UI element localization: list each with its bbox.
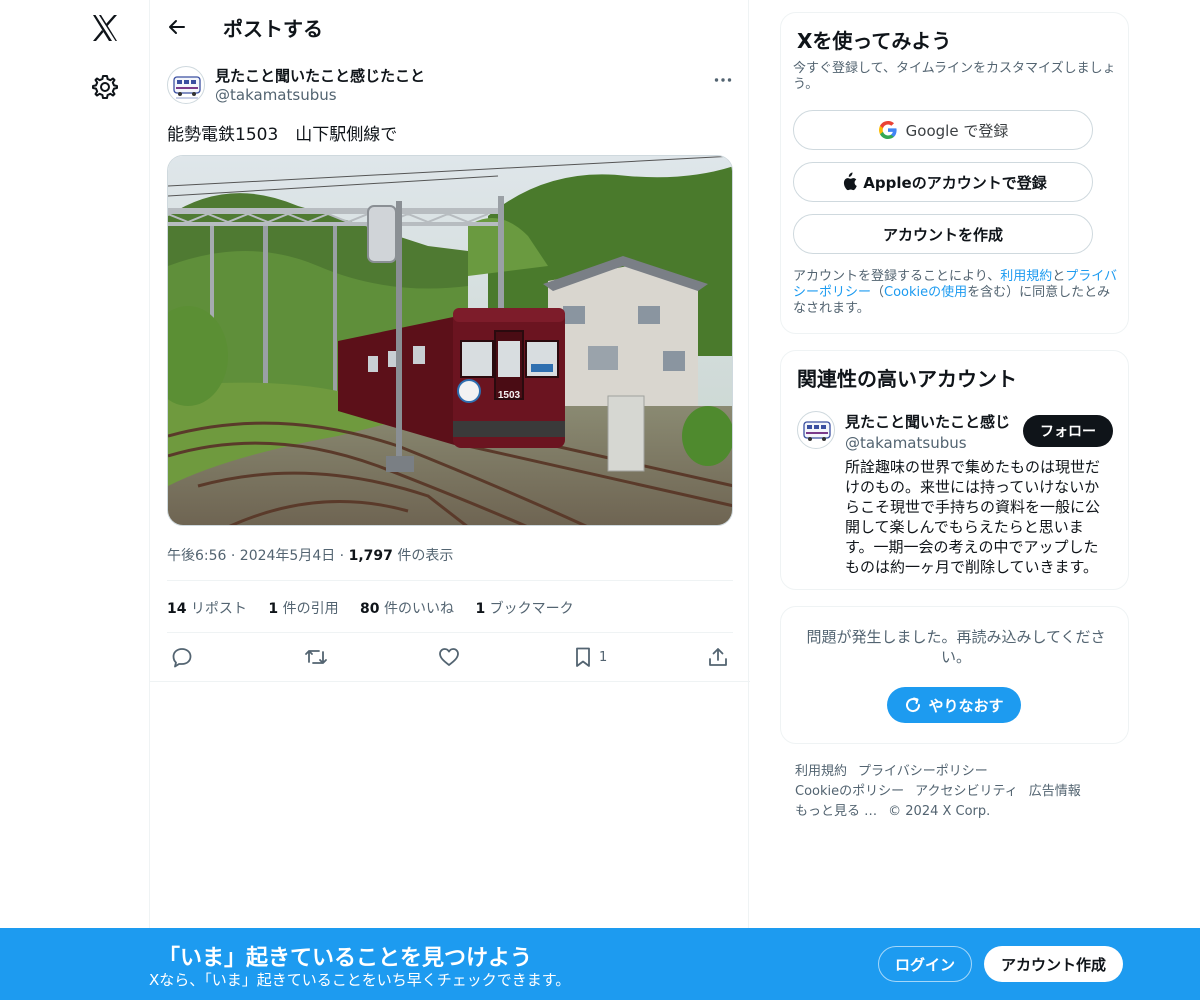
left-nav xyxy=(0,0,150,1000)
bottom-bar-title: 「いま」起きていることを見つけよう xyxy=(158,946,533,971)
error-card: 問題が発生しました。再読み込みしてください。 やりなおす xyxy=(780,606,1129,744)
follow-button[interactable]: フォロー xyxy=(1023,415,1113,447)
x-logo-icon[interactable] xyxy=(89,12,121,44)
related-accounts-card: 関連性の高いアカウント 見たこと聞いたこと感じ @takamatsubus フォ… xyxy=(780,350,1129,590)
author-name[interactable]: 見たこと聞いたこと感じたこと xyxy=(215,65,425,86)
quotes-stat[interactable]: 1 件の引用 xyxy=(268,598,338,618)
post-actions: 1 xyxy=(167,644,733,672)
post-stats: 14 リポスト 1 件の引用 80 件のいいね 1 ブックマーク xyxy=(167,598,591,618)
bookmark-count: 1 xyxy=(599,649,608,665)
create-account-label: アカウントを作成 xyxy=(882,225,1003,244)
google-logo-icon xyxy=(878,121,897,139)
gear-icon[interactable] xyxy=(92,74,118,100)
repost-icon[interactable] xyxy=(304,644,328,670)
back-arrow-icon[interactable] xyxy=(164,14,190,40)
footer-privacy-link[interactable]: プライバシーポリシー xyxy=(858,764,988,779)
error-message: 問題が発生しました。再読み込みしてください。 xyxy=(806,628,1106,666)
signup-title: Xを使ってみよう xyxy=(797,29,952,53)
footer-more-link[interactable]: もっと見る … xyxy=(795,804,877,819)
related-account-handle[interactable]: @takamatsubus xyxy=(845,434,967,452)
reply-icon[interactable] xyxy=(171,644,193,670)
divider xyxy=(167,580,733,581)
views-count: 1,797 xyxy=(348,548,393,564)
terms-link[interactable]: 利用規約 xyxy=(1000,269,1052,284)
create-account-button[interactable]: アカウントを作成 xyxy=(793,214,1093,254)
apple-logo-icon xyxy=(844,172,858,191)
apple-signup-button[interactable]: Appleのアカウントで登録 xyxy=(793,162,1093,202)
login-button[interactable]: ログイン xyxy=(878,946,972,982)
bookmarks-stat[interactable]: 1 ブックマーク xyxy=(475,598,573,618)
google-signup-button[interactable]: Google で登録 xyxy=(793,110,1093,150)
post-timestamp: 午後6:56 · 2024年5月4日 · 1,797 件の表示 xyxy=(167,545,453,565)
refresh-icon xyxy=(906,697,921,713)
footer-accessibility-link[interactable]: アクセシビリティ xyxy=(915,784,1018,799)
timestamp-text[interactable]: 午後6:56 · 2024年5月4日 · xyxy=(167,548,349,564)
signup-subtitle: 今すぐ登録して、タイムラインをカスタマイズしましょう。 xyxy=(793,61,1116,92)
related-accounts-title: 関連性の高いアカウント xyxy=(797,367,1017,391)
post-author: 見たこと聞いたこと感じたこと @takamatsubus xyxy=(167,64,737,108)
retry-button[interactable]: やりなおす xyxy=(887,687,1021,723)
copyright: © 2024 X Corp. xyxy=(888,804,991,819)
reposts-stat[interactable]: 14 リポスト xyxy=(167,598,247,618)
signup-card: Xを使ってみよう 今すぐ登録して、タイムラインをカスタマイズしましょう。 Goo… xyxy=(780,12,1129,334)
bottom-signup-bar: 「いま」起きていることを見つけよう Xなら、「いま」起きていることをいち早くチェ… xyxy=(0,928,1200,1000)
bookmark-icon xyxy=(576,647,590,667)
divider xyxy=(167,632,733,633)
avatar[interactable] xyxy=(797,411,835,449)
bottom-bar-subtitle: Xなら、「いま」起きていることをいち早くチェックできます。 xyxy=(149,971,571,989)
signup-button[interactable]: アカウント作成 xyxy=(984,946,1123,982)
retry-label: やりなおす xyxy=(928,696,1004,715)
cookie-link[interactable]: Cookieの使用 xyxy=(884,285,967,300)
post-text: 能勢電鉄1503 山下駅側線で xyxy=(167,125,398,145)
train-number: 1503 xyxy=(498,390,521,401)
more-options-icon[interactable] xyxy=(711,68,735,92)
signup-legal-text: アカウントを登録することにより、利用規約とプライバシーポリシー（Cookieの使… xyxy=(793,269,1118,316)
footer-ads-link[interactable]: 広告情報 xyxy=(1029,784,1081,799)
divider xyxy=(150,681,750,682)
related-account-name[interactable]: 見たこと聞いたこと感じ xyxy=(845,411,1013,432)
related-account-bio: 所詮趣味の世界で集めたものは現世だけのもの。来世には持っていけないからこそ現世で… xyxy=(845,458,1101,576)
avatar[interactable] xyxy=(167,66,205,104)
bookmark-button[interactable]: 1 xyxy=(573,644,607,670)
footer-terms-link[interactable]: 利用規約 xyxy=(795,764,847,779)
page-title: ポストする xyxy=(223,17,323,41)
author-handle[interactable]: @takamatsubus xyxy=(215,86,337,104)
footer-cookie-link[interactable]: Cookieのポリシー xyxy=(795,784,904,799)
like-heart-icon[interactable] xyxy=(438,644,460,670)
likes-stat[interactable]: 80 件のいいね xyxy=(360,598,454,618)
apple-signup-label: Appleのアカウントで登録 xyxy=(863,173,1047,192)
post-header: ポストする xyxy=(150,0,750,53)
post-photo[interactable]: 1503 xyxy=(167,155,733,526)
google-signup-label: Google で登録 xyxy=(905,121,1009,140)
views-label: 件の表示 xyxy=(392,548,454,564)
footer-links: 利用規約 プライバシーポリシー Cookieのポリシー アクセシビリティ 広告情報 も… xyxy=(795,762,1125,822)
share-icon[interactable] xyxy=(707,644,729,670)
main-column: ポストする 見たこと聞いたこと感じたこと @takamatsubus 能勢電鉄1… xyxy=(149,0,750,1000)
